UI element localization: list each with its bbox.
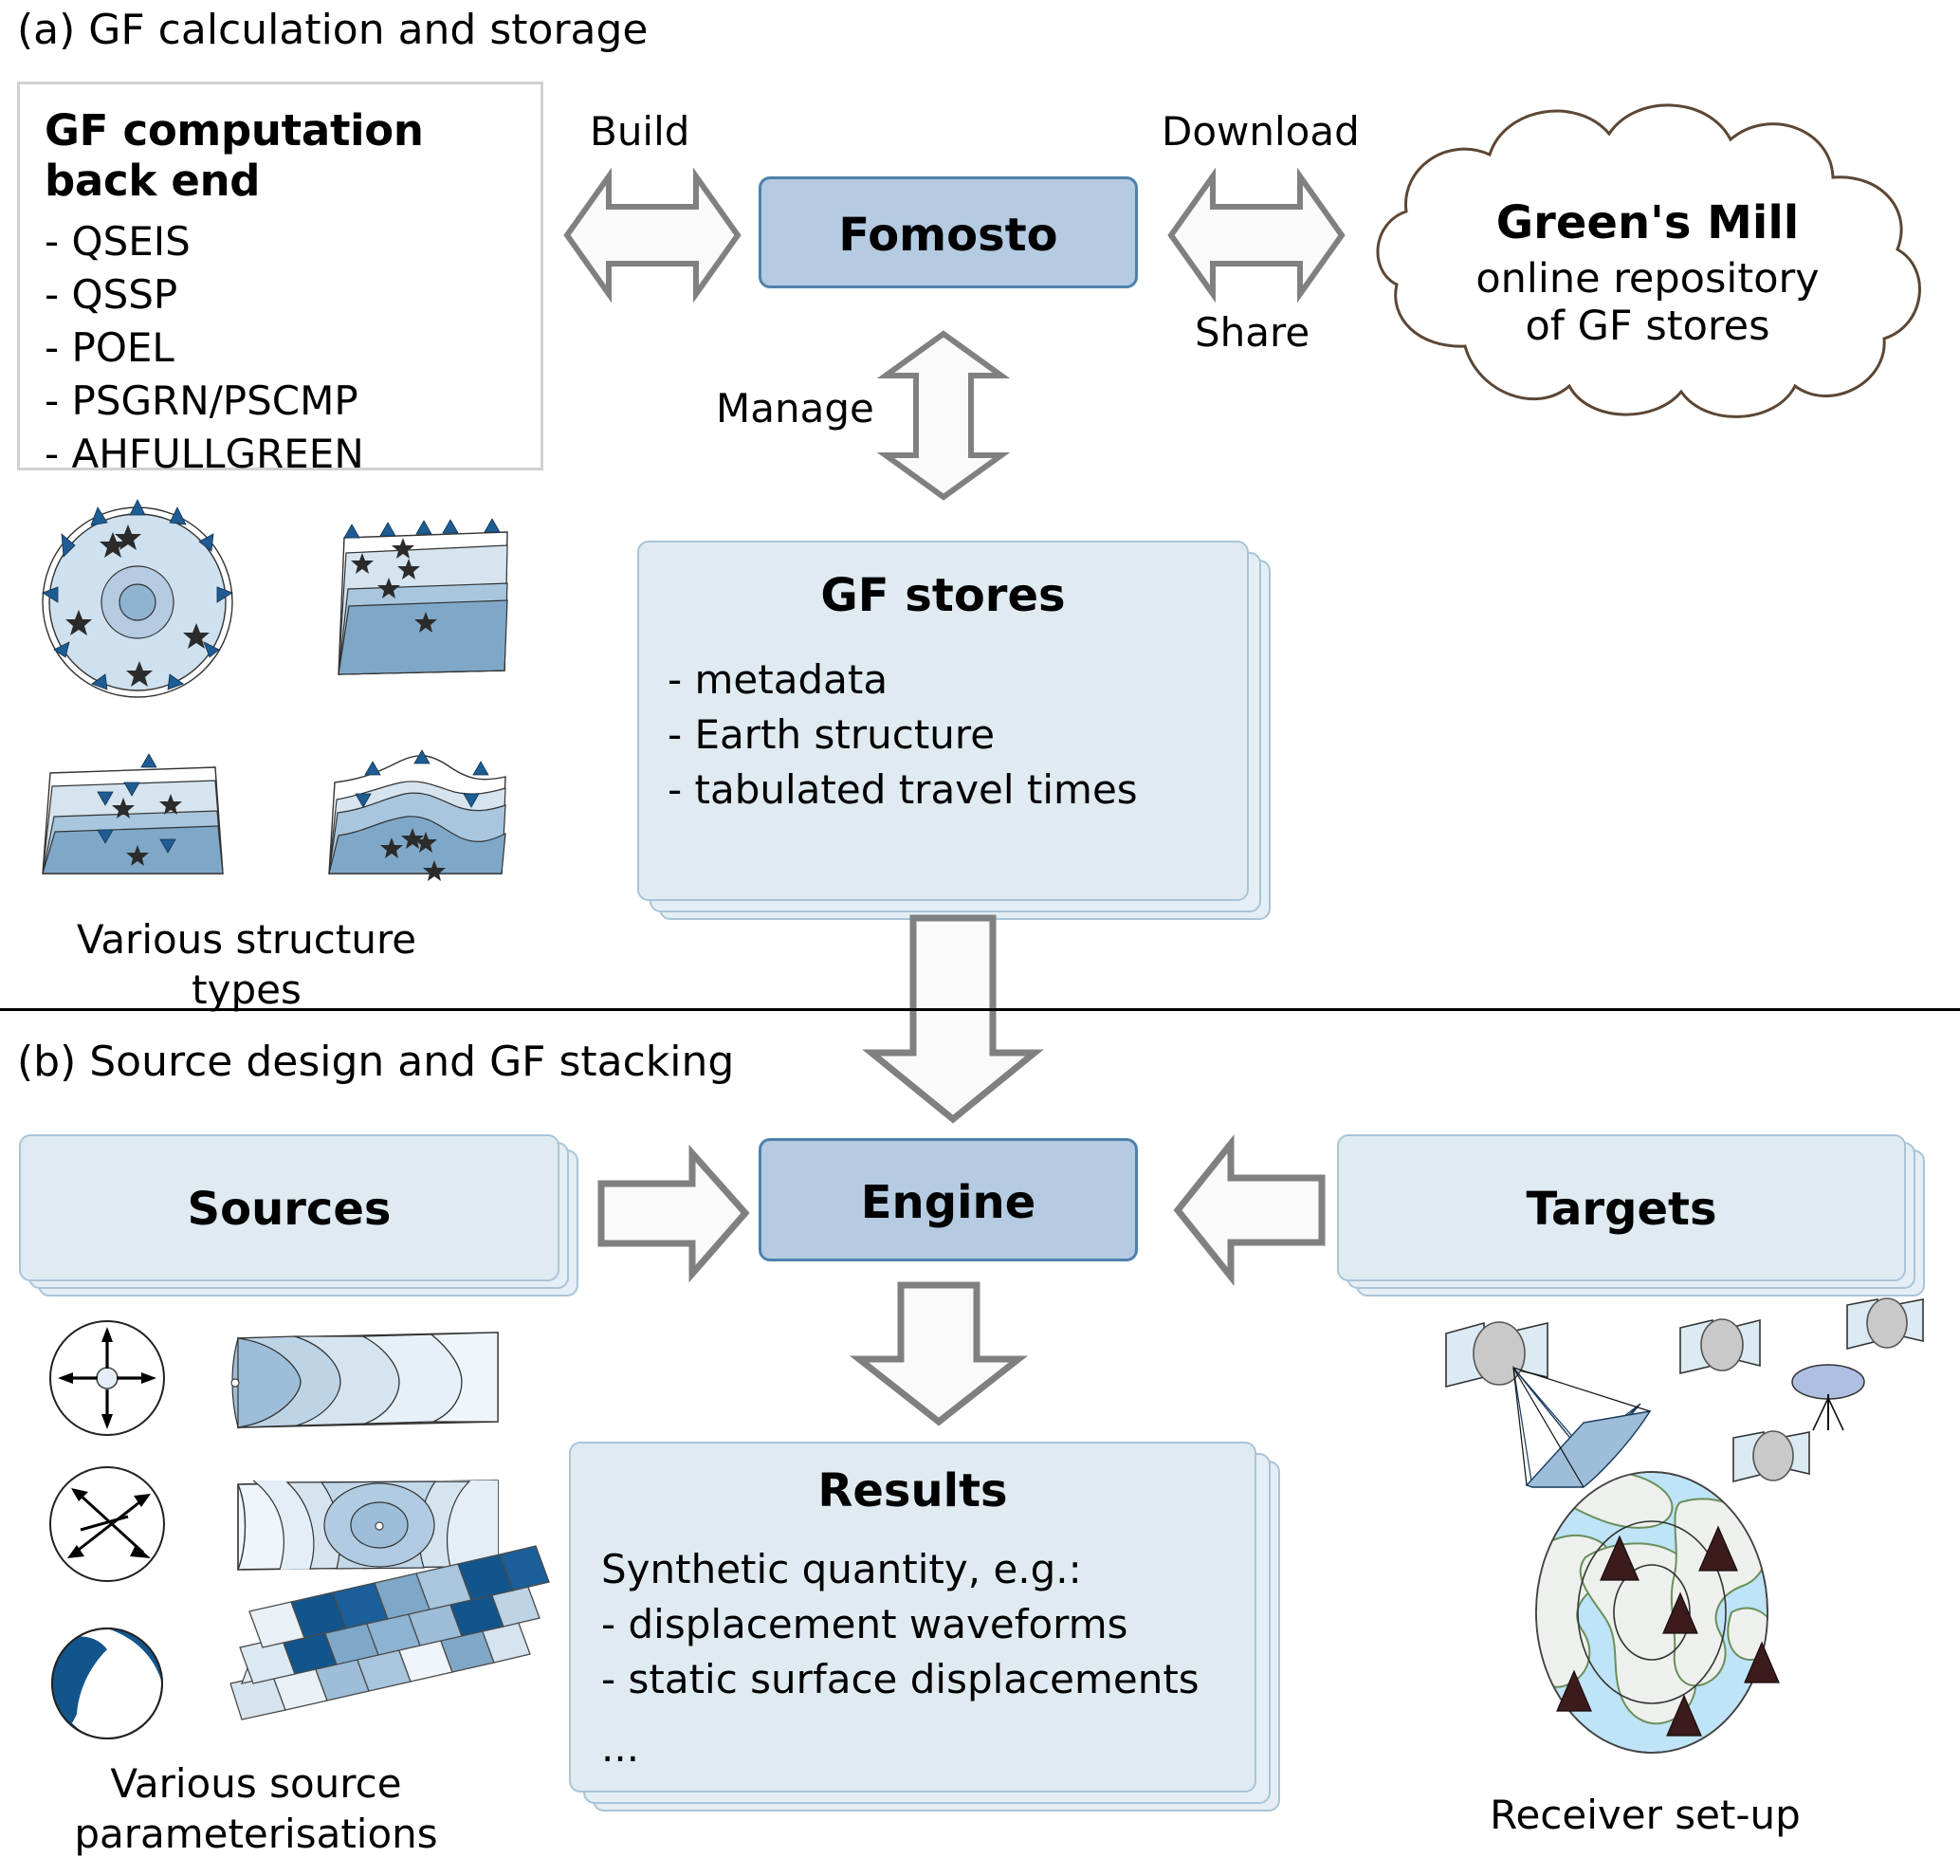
- gf-computation-backend-box: GF computation back end - QSEIS - QSSP -…: [17, 82, 543, 477]
- source-icon-finite-fault-grid: [229, 1545, 550, 1720]
- figure-root: (a) GF calculation and storage GF comput…: [0, 0, 1960, 1876]
- structure-icon-spherical: [42, 499, 233, 698]
- fomosto-label: Fomosto: [838, 209, 1058, 262]
- satellite-icon-gnss-2: [1846, 1297, 1924, 1351]
- sources-to-engine-arrow: [597, 1144, 750, 1283]
- build-arrow: [563, 167, 742, 303]
- targets-label: Targets: [1526, 1183, 1717, 1236]
- gf-stores-list: - metadata - Earth structure - tabulated…: [668, 653, 1247, 818]
- greens-mill-cloud[interactable]: Green's Mill online repository of GF sto…: [1351, 90, 1944, 422]
- panel-divider: [0, 1008, 1960, 1011]
- engine-to-results-arrow: [849, 1281, 1029, 1426]
- structure-type-icons: [33, 498, 508, 881]
- structures-caption: Various structure types: [76, 916, 417, 1013]
- results-card[interactable]: Results Synthetic quantity, e.g.: - disp…: [569, 1442, 1256, 1793]
- manage-arrow-label: Manage: [716, 385, 874, 432]
- engine-box[interactable]: Engine: [759, 1138, 1138, 1261]
- targets-to-engine-arrow: [1173, 1134, 1326, 1286]
- sources-card[interactable]: Sources: [19, 1134, 559, 1281]
- results-title: Results: [817, 1464, 1008, 1517]
- globe-with-stations-icon: [1535, 1471, 1780, 1754]
- gf-stores-item: - Earth structure: [668, 710, 996, 758]
- gf-stores-to-engine-arrow: [862, 914, 1044, 1124]
- sources-caption: Various source parameterisations: [74, 1760, 438, 1857]
- results-line: - static surface displacements: [601, 1655, 1200, 1702]
- backend-list: - QSEIS - QSSP - POEL - PSGRN/PSCMP - AH…: [45, 215, 516, 480]
- backend-title: GF computation back end: [45, 105, 424, 207]
- source-icon-beachball: [51, 1628, 163, 1739]
- source-icon-centered-rupture: [237, 1480, 499, 1571]
- source-icon-line-rupture: [230, 1332, 499, 1430]
- gf-stores-item: - tabulated travel times: [668, 765, 1138, 813]
- panel-a-heading: (a) GF calculation and storage: [17, 6, 649, 54]
- backend-item: - PSGRN/PSCMP: [45, 377, 358, 424]
- results-line: - displacement waveforms: [601, 1600, 1128, 1647]
- results-line: Synthetic quantity, e.g.:: [601, 1546, 1082, 1592]
- manage-arrow: [876, 330, 1011, 501]
- source-icon-double-couple-arrows: [49, 1466, 165, 1582]
- satellite-icon-insar: [1445, 1321, 1652, 1489]
- targets-card[interactable]: Targets: [1337, 1134, 1906, 1281]
- fomosto-box[interactable]: Fomosto: [759, 176, 1138, 288]
- satellite-icon-gnss-3: [1732, 1430, 1810, 1483]
- structure-icon-heterogeneous: [328, 749, 506, 881]
- build-arrow-label: Build: [590, 108, 690, 155]
- gf-stores-title: GF stores: [820, 569, 1066, 622]
- source-icon-explosion: [49, 1320, 165, 1436]
- gnss-antenna-icon: [1791, 1364, 1865, 1431]
- backend-item: - QSSP: [45, 271, 178, 319]
- sources-label: Sources: [187, 1183, 392, 1236]
- backend-item: - AHFULLGREEN: [45, 430, 364, 477]
- satellite-icon-gnss-1: [1679, 1318, 1761, 1375]
- structure-icon-layered-1d: [338, 518, 508, 675]
- download-share-arrow: [1167, 167, 1346, 303]
- download-arrow-label: Download: [1162, 108, 1360, 155]
- structure-icon-layered-buried: [42, 753, 224, 874]
- engine-label: Engine: [860, 1176, 1036, 1229]
- backend-item: - QSEIS: [45, 218, 191, 266]
- receiver-caption: Receiver set-up: [1490, 1792, 1801, 1838]
- results-line: ...: [601, 1723, 640, 1771]
- cloud-title: Green's Mill online repository of GF sto…: [1475, 196, 1820, 350]
- source-parameterisation-icons: [49, 1304, 550, 1750]
- share-arrow-label: Share: [1195, 309, 1310, 356]
- gf-stores-card[interactable]: GF stores - metadata - Earth structure -…: [637, 541, 1249, 901]
- gf-stores-item: - metadata: [668, 656, 888, 703]
- backend-item: - POEL: [45, 323, 174, 371]
- panel-b-heading: (b) Source design and GF stacking: [17, 1038, 735, 1086]
- results-list: Synthetic quantity, e.g.: - displacement…: [601, 1542, 1255, 1775]
- receiver-setup-icons: [1346, 1297, 1934, 1764]
